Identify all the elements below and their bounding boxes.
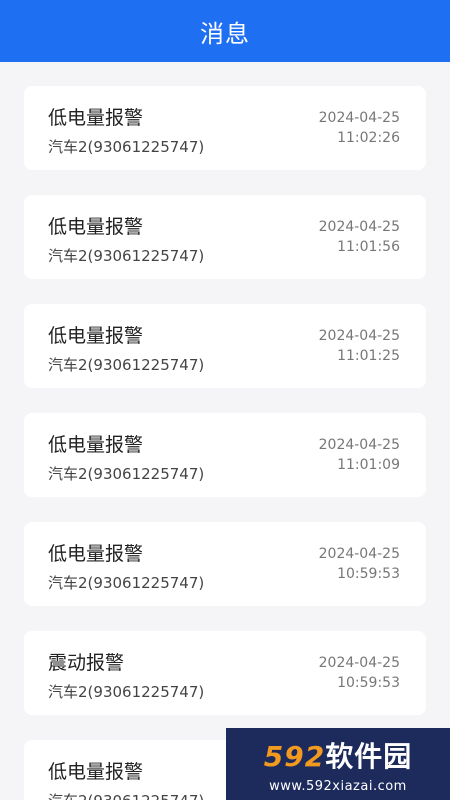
device-label: 汽车2(93061225747) [48,683,205,701]
alert-name: 低电量报警 [48,761,144,783]
watermark-logo: 592软件园 www.592xiazai.com [226,728,450,800]
message-item[interactable]: 低电量报警 汽车2(93061225747) 2024-04-25 10:59:… [24,522,426,606]
message-item[interactable]: 震动报警 汽车2(93061225747) 2024-04-25 10:59:5… [24,631,426,715]
message-date: 2024-04-25 [318,546,400,562]
watermark-url: www.592xiazai.com [269,778,407,794]
watermark-number: 592 [263,739,326,773]
message-date: 2024-04-25 [318,328,400,344]
alert-name: 震动报警 [48,652,125,674]
alert-name: 低电量报警 [48,325,144,347]
device-label: 汽车2(93061225747) [48,356,205,374]
device-label: 汽车2(93061225747) [48,574,205,592]
top-bar: 消息 [0,0,450,62]
message-time: 11:01:25 [337,348,400,364]
message-date: 2024-04-25 [318,655,400,671]
watermark-name: 软件园 [325,739,413,773]
message-time: 11:01:09 [337,457,400,473]
message-date: 2024-04-25 [318,437,400,453]
message-time: 11:02:26 [337,130,400,146]
device-label: 汽车2(93061225747) [48,465,205,483]
alert-name: 低电量报警 [48,543,144,565]
alert-name: 低电量报警 [48,107,144,129]
message-date: 2024-04-25 [318,219,400,235]
device-label: 汽车2(93061225747) [48,790,204,800]
alert-name: 低电量报警 [48,434,144,456]
message-time: 10:59:53 [337,566,400,582]
message-time: 11:01:56 [337,239,400,255]
watermark-brand: 592软件园 [264,735,412,775]
message-item[interactable]: 低电量报警 汽车2(93061225747) 2024-04-25 11:02:… [24,86,426,170]
message-time: 10:59:53 [337,675,400,691]
message-date: 2024-04-25 [318,110,400,126]
page-title: 消息 [200,19,250,48]
device-label: 汽车2(93061225747) [48,138,205,156]
message-list[interactable]: 低电量报警 汽车2(93061225747) 2024-04-25 11:02:… [0,62,450,800]
device-label: 汽车2(93061225747) [48,247,205,265]
message-item[interactable]: 低电量报警 汽车2(93061225747) 2024-04-25 11:01:… [24,304,426,388]
alert-name: 低电量报警 [48,216,144,238]
message-item[interactable]: 低电量报警 汽车2(93061225747) 2024-04-25 11:01:… [24,413,426,497]
message-item[interactable]: 低电量报警 汽车2(93061225747) 2024-04-25 11:01:… [24,195,426,279]
